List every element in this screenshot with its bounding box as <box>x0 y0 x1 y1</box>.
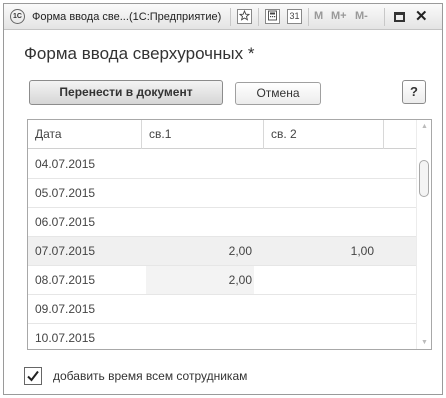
sv1-cell[interactable] <box>146 324 254 349</box>
checkmark-icon <box>27 370 39 382</box>
date-cell: 05.07.2015 <box>35 186 96 200</box>
star-icon[interactable] <box>237 9 252 24</box>
form-window: 1С Форма ввода све... (1С:Предприятие) 3… <box>3 3 443 395</box>
table-row-selected[interactable]: 07.07.2015 2,00 1,00 <box>28 237 416 266</box>
scroll-down-icon[interactable]: ▼ <box>421 339 428 346</box>
column-header-sv1[interactable]: св.1 <box>142 120 264 149</box>
title-bar: 1С Форма ввода све... (1С:Предприятие) 3… <box>4 4 442 30</box>
table-row[interactable]: 09.07.2015 <box>28 295 416 324</box>
sv2-cell[interactable]: 1,00 <box>268 237 374 265</box>
sv1-cell[interactable] <box>146 150 254 178</box>
close-icon[interactable]: ✕ <box>415 7 428 25</box>
column-header-date[interactable]: Дата <box>28 120 142 149</box>
calendar-icon[interactable]: 31 <box>287 9 302 24</box>
sv1-cell[interactable] <box>146 208 254 236</box>
date-cell: 07.07.2015 <box>35 244 96 258</box>
maximize-icon[interactable] <box>394 12 405 22</box>
sv2-cell[interactable] <box>268 179 374 207</box>
sv1-cell[interactable] <box>146 295 254 323</box>
column-header-sv2[interactable]: св. 2 <box>264 120 384 149</box>
cancel-button[interactable]: Отмена <box>235 82 321 105</box>
transfer-to-document-button[interactable]: Перенести в документ <box>29 80 223 105</box>
sv2-cell[interactable] <box>268 208 374 236</box>
help-button[interactable]: ? <box>402 80 426 104</box>
toolbar-divider <box>230 8 231 26</box>
memory-subtract-button[interactable]: M- <box>355 10 368 22</box>
table-row[interactable]: 06.07.2015 <box>28 208 416 237</box>
table-row[interactable]: 04.07.2015 <box>28 150 416 179</box>
scroll-up-icon[interactable]: ▲ <box>421 123 428 130</box>
1c-logo-icon: 1С <box>10 9 25 24</box>
sv1-cell[interactable]: 2,00 <box>146 266 254 294</box>
memory-add-button[interactable]: M+ <box>331 10 347 22</box>
table-row[interactable]: 08.07.2015 2,00 <box>28 266 416 295</box>
vertical-scrollbar[interactable]: ▲ ▼ <box>416 120 431 349</box>
overtime-table: Дата св.1 св. 2 04.07.2015 05.07.2015 06… <box>27 119 432 350</box>
date-cell: 10.07.2015 <box>35 331 96 345</box>
sv1-cell[interactable] <box>146 179 254 207</box>
sv2-cell[interactable] <box>268 324 374 349</box>
sv2-cell[interactable] <box>268 266 374 294</box>
date-cell: 09.07.2015 <box>35 302 96 316</box>
toolbar-divider <box>384 8 385 26</box>
table-row[interactable]: 10.07.2015 <box>28 324 416 349</box>
add-time-all-employees-label[interactable]: добавить время всем сотрудникам <box>53 369 247 383</box>
toolbar-divider <box>308 8 309 26</box>
date-cell: 04.07.2015 <box>35 157 96 171</box>
sv1-cell[interactable]: 2,00 <box>146 237 254 265</box>
add-time-all-employees-checkbox[interactable] <box>24 367 42 385</box>
window-title: Форма ввода све... <box>32 11 129 23</box>
calculator-icon[interactable] <box>265 9 280 24</box>
table-header: Дата св.1 св. 2 <box>28 120 416 149</box>
date-cell: 08.07.2015 <box>35 273 96 287</box>
scrollbar-thumb[interactable] <box>419 160 429 197</box>
table-row[interactable]: 05.07.2015 <box>28 179 416 208</box>
sv2-cell[interactable] <box>268 295 374 323</box>
memory-button[interactable]: M <box>314 10 323 22</box>
sv2-cell[interactable] <box>268 150 374 178</box>
date-cell: 06.07.2015 <box>35 215 96 229</box>
toolbar-divider <box>258 8 259 26</box>
page-title: Форма ввода сверхурочных * <box>24 44 255 63</box>
window-app-name: (1С:Предприятие) <box>129 11 222 23</box>
